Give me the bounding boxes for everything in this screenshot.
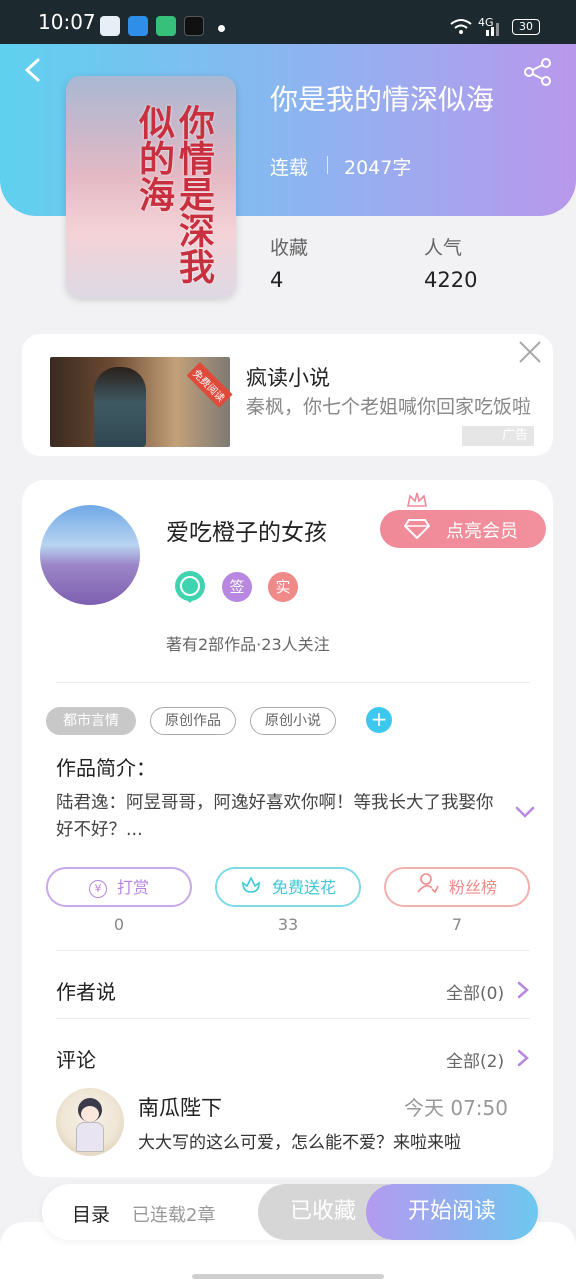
commenter-name[interactable]: 南瓜陛下 xyxy=(138,1092,222,1122)
avatar-face-art xyxy=(81,1106,99,1122)
author-name[interactable]: 爱吃橙子的女孩 xyxy=(166,513,327,547)
author-says-title: 作者说 xyxy=(56,980,116,1004)
diamond-icon xyxy=(404,519,430,539)
divider xyxy=(56,950,530,951)
book-cover[interactable]: 你情是深我似的海 xyxy=(66,76,236,298)
status-bar: 10:07 4G 30 xyxy=(0,0,576,44)
tip-label: 打赏 xyxy=(116,878,149,897)
send-flower-button[interactable]: 免费送花 xyxy=(215,867,361,907)
yen-coin-icon: ¥ xyxy=(88,879,107,898)
tag-urban-romance[interactable]: 都市言情 xyxy=(46,707,136,735)
chapters-status[interactable]: 已连载2章 xyxy=(132,1201,215,1227)
share-button[interactable] xyxy=(522,56,554,88)
divider xyxy=(327,156,328,174)
avatar-body-art xyxy=(76,1122,104,1152)
divider xyxy=(56,1018,530,1019)
comment-text: 大大写的这么可爱，怎么能不爱？来啦来啦 xyxy=(138,1133,461,1153)
divider xyxy=(56,682,530,683)
author-says-all-link[interactable]: 全部(0) xyxy=(446,979,504,1004)
serial-status: 连载 xyxy=(270,157,309,179)
comments-more-button[interactable] xyxy=(516,1048,530,1068)
signed-badge: 签 xyxy=(222,572,252,602)
ad-description: 秦枫，你七个老姐喊你回家吃饭啦 xyxy=(246,396,532,418)
book-title: 你是我的情深似海 xyxy=(270,83,495,116)
ad-badge: 广告 xyxy=(462,426,534,446)
popularity-count: 4220 xyxy=(424,268,478,292)
video-app-icon xyxy=(156,16,176,36)
author-says-more-button[interactable] xyxy=(516,980,530,1000)
flower-icon xyxy=(240,870,262,908)
comment-time: 今天 07:50 xyxy=(404,1096,508,1120)
tip-count: 0 xyxy=(113,915,125,934)
tip-button[interactable]: ¥ 打赏 xyxy=(46,867,192,907)
close-icon xyxy=(519,341,541,363)
share-icon xyxy=(524,58,551,86)
vip-membership-button[interactable]: 点亮会员 xyxy=(380,510,546,548)
favorites-label: 收藏 xyxy=(270,237,309,259)
author-works-summary: 著有2部作品·23人关注 xyxy=(166,635,330,654)
ad-close-button[interactable] xyxy=(518,340,542,364)
chevron-left-icon xyxy=(24,58,40,82)
fan-ranking-button[interactable]: 粉丝榜 xyxy=(384,867,530,907)
chevron-down-icon xyxy=(515,806,535,818)
cover-title-art: 你情是深我似的海 xyxy=(133,104,215,284)
fans-icon xyxy=(417,870,439,908)
intro-text: 陆君逸：阿昱哥哥，阿逸好喜欢你啊！等我长大了我娶你好不好？... xyxy=(56,793,494,840)
notification-dot-icon xyxy=(218,25,225,32)
table-of-contents-button[interactable]: 目录 xyxy=(72,1200,110,1227)
ad-figure-art xyxy=(94,367,146,447)
author-level-badge-icon xyxy=(172,570,208,606)
chevron-right-icon xyxy=(517,1049,529,1067)
word-count: 2047字 xyxy=(344,157,412,179)
signal-icon xyxy=(486,23,499,36)
baidu-app-icon xyxy=(100,16,120,36)
fan-ranking-label: 粉丝榜 xyxy=(448,878,497,897)
favorites-count: 4 xyxy=(270,268,284,292)
commenter-avatar[interactable] xyxy=(56,1088,124,1156)
flower-count: 33 xyxy=(277,915,299,934)
add-tag-button[interactable]: + xyxy=(366,707,392,733)
vip-button-label: 点亮会员 xyxy=(446,521,518,542)
fan-count: 7 xyxy=(451,915,463,934)
tag-original-novel[interactable]: 原创小说 xyxy=(250,707,336,735)
tag-original-work[interactable]: 原创作品 xyxy=(150,707,236,735)
comments-all-link[interactable]: 全部(2) xyxy=(446,1047,504,1072)
back-button[interactable] xyxy=(22,56,46,84)
ad-title: 疯读小说 xyxy=(246,366,330,390)
chevron-right-icon xyxy=(517,981,529,999)
intro-title: 作品简介： xyxy=(56,756,156,780)
tiktok-app-icon xyxy=(184,16,204,36)
popularity-label: 人气 xyxy=(424,237,463,259)
wifi-icon xyxy=(450,19,472,34)
verified-badge: 实 xyxy=(268,572,298,602)
start-reading-button[interactable]: 开始阅读 xyxy=(366,1184,538,1240)
send-flower-label: 免费送花 xyxy=(271,878,336,897)
author-avatar[interactable] xyxy=(40,505,140,605)
browser-app-icon xyxy=(128,16,148,36)
comments-title: 评论 xyxy=(56,1048,96,1072)
battery-icon: 30 xyxy=(512,19,540,35)
expand-intro-button[interactable] xyxy=(514,804,536,818)
home-indicator[interactable] xyxy=(192,1274,384,1279)
status-time: 10:07 xyxy=(38,10,96,34)
